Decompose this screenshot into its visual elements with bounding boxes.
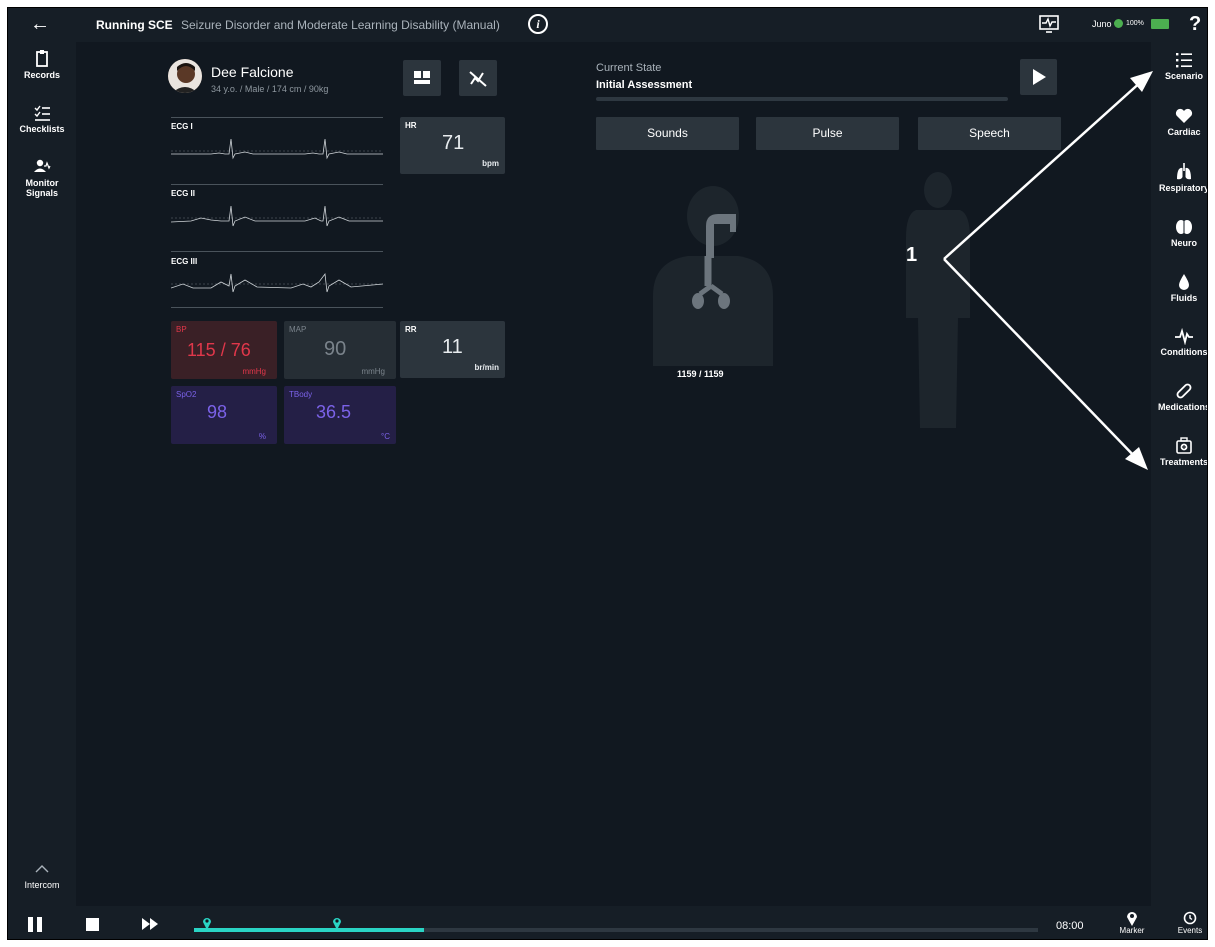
timeline-track[interactable] [194, 918, 1038, 932]
clock-icon [1183, 911, 1197, 925]
pause-icon [28, 917, 33, 932]
timeline-marker-icon[interactable] [202, 916, 212, 930]
events-button[interactable]: Events [1175, 910, 1205, 935]
callout-number: 1 [906, 244, 918, 266]
annotation-overlay [943, 71, 1153, 470]
app-window: ← Running SCE Seizure Disorder and Moder… [7, 7, 1208, 940]
stop-button[interactable] [86, 918, 99, 931]
map-pin-icon [1127, 912, 1137, 926]
events-label: Events [1177, 926, 1203, 935]
elapsed-time: 08:00 [1056, 920, 1084, 932]
marker-button[interactable]: Marker [1117, 910, 1147, 935]
marker-label: Marker [1119, 926, 1145, 935]
pause-icon [37, 917, 42, 932]
fast-forward-button[interactable] [141, 915, 159, 933]
timeline-marker-icon[interactable] [332, 916, 342, 930]
pause-button[interactable] [28, 917, 42, 932]
timeline-progress [194, 928, 424, 932]
bottom-bar: 08:00 Marker Events [8, 906, 1207, 939]
